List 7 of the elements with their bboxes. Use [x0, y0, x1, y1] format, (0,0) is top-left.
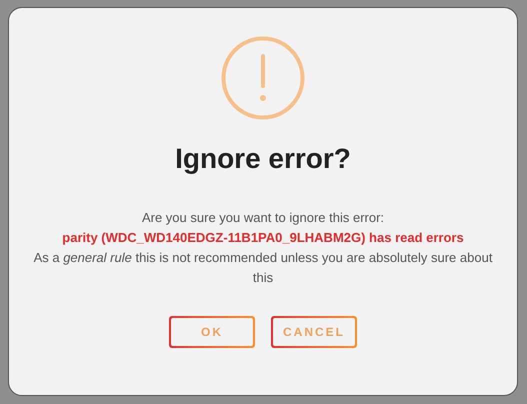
exclamation-icon [221, 36, 305, 120]
warning-note: As a general rule this is not recommended unless you are absolutely sure about this [32, 249, 494, 287]
error-message: parity (WDC_WD140EDGZ-11B1PA0_9LHABM2G) has read errors [62, 229, 464, 247]
dialog-message: Are you sure you want to ignore this error: [142, 209, 384, 227]
dialog-button[interactable]: CANCEL [271, 316, 357, 348]
dialog-title: Ignore error? [175, 142, 351, 176]
dialog-button[interactable]: OK [169, 316, 255, 348]
